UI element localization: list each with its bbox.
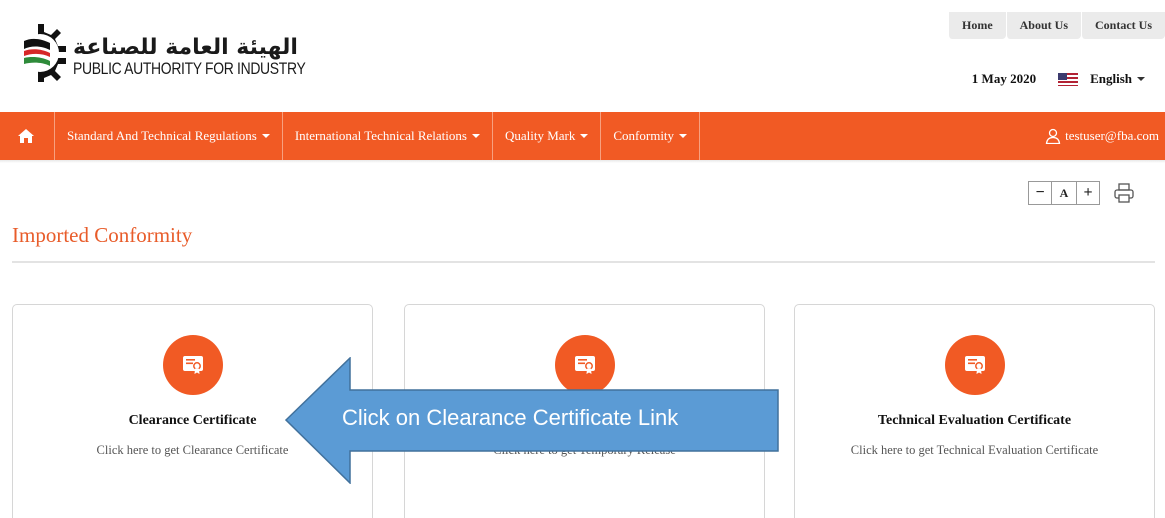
nav-label: Quality Mark	[504, 128, 576, 143]
home-icon	[18, 129, 34, 143]
increase-font-button[interactable]: +	[1076, 181, 1100, 205]
logo-arabic-text: الهيئة العامة للصناعة	[73, 35, 298, 60]
nav-shadow	[0, 160, 1165, 163]
nav-conformity[interactable]: Conformity	[601, 112, 701, 160]
site-header: الهيئة العامة للصناعة PUBLIC AUTHORITY F…	[0, 0, 1165, 112]
user-icon	[1045, 128, 1061, 144]
us-flag-icon	[1058, 72, 1079, 86]
top-links: Home About Us Contact Us	[947, 12, 1165, 39]
caret-down-icon	[1137, 77, 1145, 81]
nav-standard-technical-regulations[interactable]: Standard And Technical Regulations	[55, 112, 283, 160]
logo[interactable]: الهيئة العامة للصناعة PUBLIC AUTHORITY F…	[8, 22, 306, 82]
language-dropdown[interactable]: English	[1090, 71, 1145, 87]
top-link-home[interactable]: Home	[947, 12, 1006, 39]
caret-down-icon	[580, 134, 589, 138]
main-nav: Standard And Technical Regulations Inter…	[0, 112, 1165, 160]
title-divider	[12, 261, 1155, 263]
technical-evaluation-certificate-card[interactable]: Technical Evaluation Certificate Click h…	[794, 304, 1155, 518]
caret-down-icon	[471, 134, 480, 138]
caret-down-icon	[261, 134, 270, 138]
page-title: Imported Conformity	[12, 223, 193, 247]
date-language-bar: 1 May 2020 English	[972, 68, 1145, 90]
user-email: testuser@fba.com	[1065, 128, 1159, 143]
card-title[interactable]: Technical Evaluation Certificate	[795, 413, 1154, 429]
font-size-tools: − A +	[1028, 181, 1135, 205]
nav-quality-mark[interactable]: Quality Mark	[493, 112, 602, 160]
nav-label: Standard And Technical Regulations	[67, 128, 257, 143]
certificate-icon	[945, 335, 1005, 395]
printer-icon[interactable]	[1113, 182, 1135, 204]
caret-down-icon	[679, 134, 688, 138]
decrease-font-button[interactable]: −	[1028, 181, 1052, 205]
certificate-icon	[163, 335, 223, 395]
language-label: English	[1090, 71, 1132, 86]
nav-international-technical-relations[interactable]: International Technical Relations	[283, 112, 493, 160]
top-link-about-us[interactable]: About Us	[1005, 12, 1081, 39]
logo-english-text: PUBLIC AUTHORITY FOR INDUSTRY	[73, 59, 306, 78]
nav-home[interactable]	[0, 112, 55, 160]
user-menu[interactable]: testuser@fba.com	[1045, 112, 1165, 160]
current-date: 1 May 2020	[971, 71, 1037, 86]
nav-label: Conformity	[613, 128, 675, 143]
nav-label: International Technical Relations	[294, 128, 467, 143]
reset-font-button[interactable]: A	[1052, 181, 1076, 205]
top-link-contact-us[interactable]: Contact Us	[1081, 12, 1165, 39]
logo-gear-icon	[21, 24, 66, 82]
callout-text: Click on Clearance Certificate Link	[342, 405, 679, 430]
card-description: Click here to get Technical Evaluation C…	[850, 443, 1099, 457]
